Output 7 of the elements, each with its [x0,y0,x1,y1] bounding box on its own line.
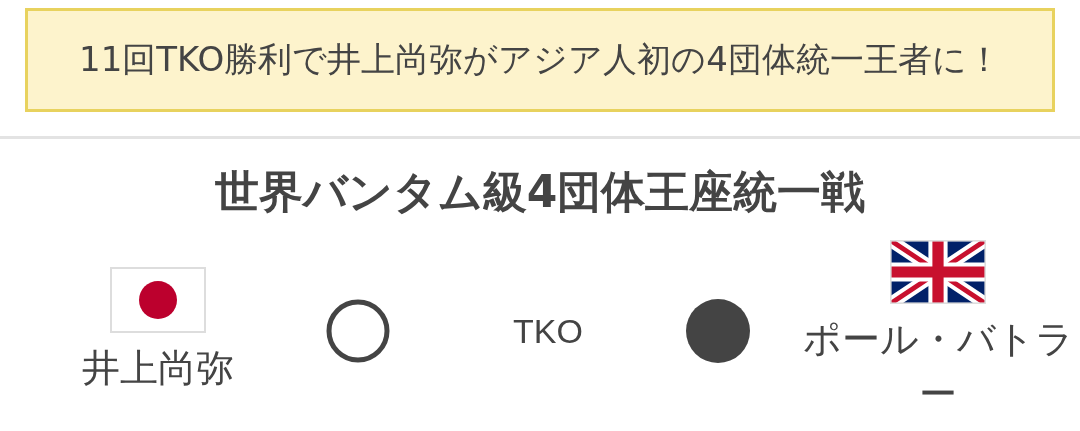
headline-banner: 11回TKO勝利で井上尚弥がアジア人初の4団体統一王者に！ [25,8,1055,112]
fighter-name: 井上尚弥 [81,344,235,392]
result-method: TKO [513,311,583,351]
fighter-name: ポール・バトラー [801,316,1075,419]
japan-flag-icon [110,266,206,333]
bout-title: 世界バンタム級4団体王座統一戦 [213,165,867,219]
uk-flag-icon [890,240,986,305]
